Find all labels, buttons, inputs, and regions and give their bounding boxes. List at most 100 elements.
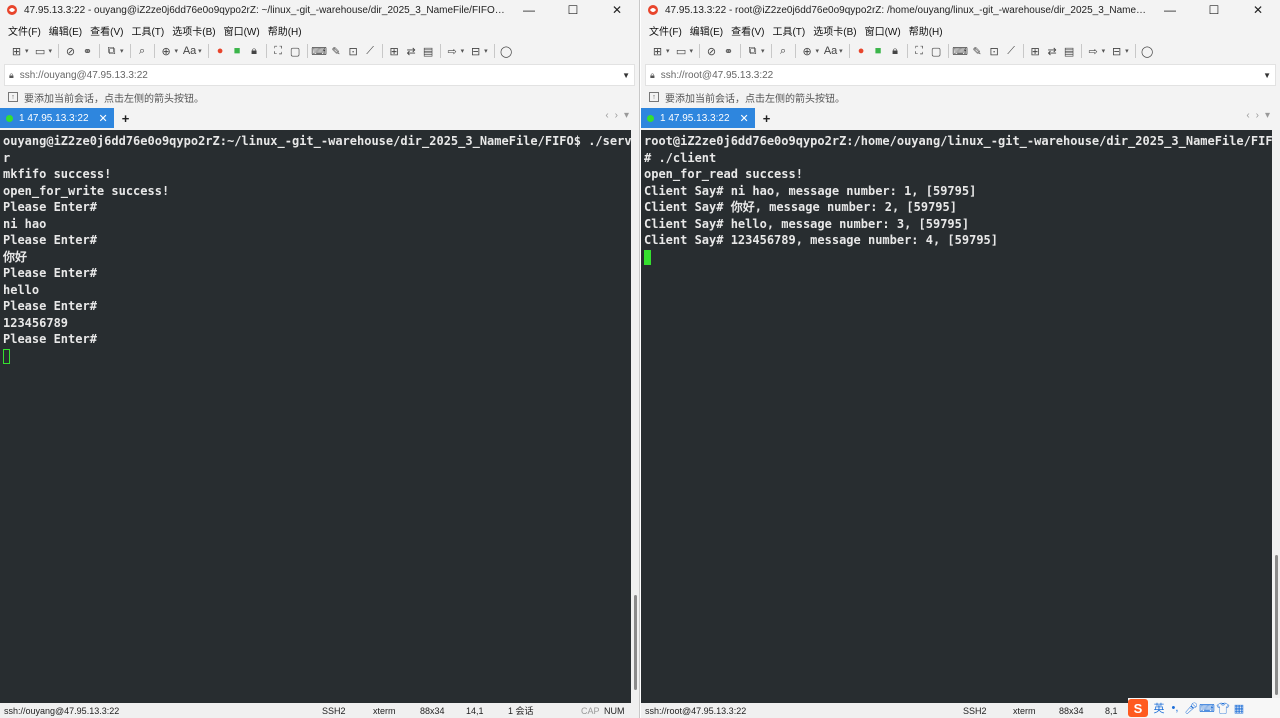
menu-window[interactable]: 窗口(W) xyxy=(224,23,260,38)
chevron-down-icon[interactable]: ▾ xyxy=(484,47,488,55)
title-bar[interactable]: 47.95.13.3:22 - root@iZ2ze0j6dd76e0o9qyp… xyxy=(641,0,1280,20)
menu-tabs[interactable]: 选项卡(B) xyxy=(172,23,215,38)
chat-icon[interactable]: ▤ xyxy=(420,42,437,60)
open-folder-icon[interactable]: ▭ xyxy=(673,42,690,60)
new-tab-icon[interactable]: ⊞ xyxy=(386,42,403,60)
xshell-icon[interactable]: ● xyxy=(853,42,870,60)
chevron-down-icon[interactable]: ▾ xyxy=(461,47,465,55)
close-tab-icon[interactable]: ✕ xyxy=(740,112,749,125)
scrollbar-thumb[interactable] xyxy=(1275,555,1278,695)
menu-window[interactable]: 窗口(W) xyxy=(865,23,901,38)
help-icon[interactable]: ◯ xyxy=(498,42,515,60)
menu-tools[interactable]: 工具(T) xyxy=(772,23,805,38)
terminal-area[interactable]: ouyang@iZ2ze0j6dd76e0o9qypo2rZ:~/linux_-… xyxy=(0,130,639,703)
new-session-icon[interactable]: ⊞ xyxy=(8,42,25,60)
add-tab-icon[interactable]: + xyxy=(122,111,130,126)
chevron-down-icon[interactable]: ▼ xyxy=(1263,71,1271,80)
add-tab-icon[interactable]: + xyxy=(763,111,771,126)
scrollbar[interactable] xyxy=(631,130,639,703)
menu-tools[interactable]: 工具(T) xyxy=(131,23,164,38)
chevron-down-icon[interactable]: ▾ xyxy=(816,47,820,55)
tab-navigation[interactable]: ‹›▾ xyxy=(1246,110,1276,121)
font-icon[interactable]: Aa xyxy=(181,42,198,60)
close-icon[interactable]: ✕ xyxy=(1236,0,1280,20)
font-icon[interactable]: Aa xyxy=(822,42,839,60)
maximize-icon[interactable]: ☐ xyxy=(551,0,595,20)
layout-icon[interactable]: ⊟ xyxy=(467,42,484,60)
fullscreen-icon[interactable]: ⛶ xyxy=(911,42,928,60)
close-icon[interactable]: ✕ xyxy=(595,0,639,20)
skin-icon[interactable]: 👕︎ xyxy=(1215,702,1231,715)
xftp-icon[interactable]: ■ xyxy=(229,42,246,60)
disconnect-icon[interactable]: ⊘ xyxy=(62,42,79,60)
tab-session-1[interactable]: 1 47.95.13.3:22 ✕ xyxy=(641,108,755,128)
chevron-down-icon[interactable]: ▼ xyxy=(622,71,630,80)
transfer-icon[interactable]: ⇄ xyxy=(1044,42,1061,60)
transparency-icon[interactable]: ▢ xyxy=(928,42,945,60)
lock-icon[interactable]: 🔒︎ xyxy=(887,42,904,60)
chevron-down-icon[interactable]: ▾ xyxy=(120,47,124,55)
chevron-down-icon[interactable]: ▾ xyxy=(1125,47,1129,55)
script-icon[interactable]: ✎ xyxy=(969,42,986,60)
layout-icon[interactable]: ⊟ xyxy=(1108,42,1125,60)
chevron-down-icon[interactable]: ▾ xyxy=(49,47,53,55)
ime-lang[interactable]: 英 xyxy=(1151,700,1167,716)
menu-help[interactable]: 帮助(H) xyxy=(909,23,943,38)
search-icon[interactable]: ⌕ xyxy=(134,42,151,60)
chevron-down-icon[interactable]: ▾ xyxy=(1102,47,1106,55)
chevron-down-icon[interactable]: ▾ xyxy=(690,47,694,55)
menu-edit[interactable]: 编辑(E) xyxy=(49,23,82,38)
address-bar[interactable]: 🔒︎ ssh://ouyang@47.95.13.3:22 ▼ xyxy=(4,64,635,86)
copy-icon[interactable]: ⧉ xyxy=(744,42,761,60)
highlight-icon[interactable]: ⟋ xyxy=(1003,42,1020,60)
minimize-icon[interactable]: — xyxy=(507,0,551,20)
chevron-down-icon[interactable]: ▾ xyxy=(761,47,765,55)
microphone-icon[interactable]: 🎤︎ xyxy=(1183,702,1199,715)
menu-view[interactable]: 查看(V) xyxy=(731,23,764,38)
xshell-icon[interactable]: ● xyxy=(212,42,229,60)
title-bar[interactable]: 47.95.13.3:22 - ouyang@iZ2ze0j6dd76e0o9q… xyxy=(0,0,639,20)
menu-edit[interactable]: 编辑(E) xyxy=(690,23,723,38)
address-bar[interactable]: 🔒︎ ssh://root@47.95.13.3:22 ▼ xyxy=(645,64,1276,86)
info-icon[interactable]: ↑ xyxy=(8,92,18,102)
compose-icon[interactable]: ⊡ xyxy=(986,42,1003,60)
reconnect-icon[interactable]: ⚭ xyxy=(720,42,737,60)
transparency-icon[interactable]: ▢ xyxy=(287,42,304,60)
sogou-ime-logo[interactable]: S xyxy=(1128,699,1148,717)
keyboard-icon[interactable]: ⌨ xyxy=(311,42,328,60)
new-session-icon[interactable]: ⊞ xyxy=(649,42,666,60)
chevron-down-icon[interactable]: ▾ xyxy=(198,47,202,55)
lock-icon[interactable]: 🔒︎ xyxy=(246,42,263,60)
scrollbar-thumb[interactable] xyxy=(634,595,637,690)
menu-tabs[interactable]: 选项卡(B) xyxy=(813,23,856,38)
globe-icon[interactable]: ⊕ xyxy=(799,42,816,60)
new-tab-icon[interactable]: ⊞ xyxy=(1027,42,1044,60)
disconnect-icon[interactable]: ⊘ xyxy=(703,42,720,60)
menu-help[interactable]: 帮助(H) xyxy=(268,23,302,38)
script-icon[interactable]: ✎ xyxy=(328,42,345,60)
tunnel-icon[interactable]: ⇨ xyxy=(1085,42,1102,60)
search-icon[interactable]: ⌕ xyxy=(775,42,792,60)
chevron-down-icon[interactable]: ▾ xyxy=(839,47,843,55)
chevron-down-icon[interactable]: ▾ xyxy=(175,47,179,55)
punctuation-icon[interactable]: •, xyxy=(1167,702,1183,714)
tab-navigation[interactable]: ‹›▾ xyxy=(605,110,635,121)
maximize-icon[interactable]: ☐ xyxy=(1192,0,1236,20)
chevron-down-icon[interactable]: ▾ xyxy=(25,47,29,55)
compose-icon[interactable]: ⊡ xyxy=(345,42,362,60)
xftp-icon[interactable]: ■ xyxy=(870,42,887,60)
globe-icon[interactable]: ⊕ xyxy=(158,42,175,60)
reconnect-icon[interactable]: ⚭ xyxy=(79,42,96,60)
minimize-icon[interactable]: — xyxy=(1148,0,1192,20)
tunnel-icon[interactable]: ⇨ xyxy=(444,42,461,60)
info-icon[interactable]: ↑ xyxy=(649,92,659,102)
fullscreen-icon[interactable]: ⛶ xyxy=(270,42,287,60)
chevron-down-icon[interactable]: ▾ xyxy=(666,47,670,55)
ime-toolbar[interactable]: S 英 •, 🎤︎ ⌨ 👕︎ ▦ xyxy=(1128,698,1280,718)
copy-icon[interactable]: ⧉ xyxy=(103,42,120,60)
close-tab-icon[interactable]: ✕ xyxy=(99,112,108,125)
terminal-area[interactable]: root@iZ2ze0j6dd76e0o9qypo2rZ:/home/ouyan… xyxy=(641,130,1280,703)
keyboard-icon[interactable]: ⌨ xyxy=(1199,702,1215,715)
transfer-icon[interactable]: ⇄ xyxy=(403,42,420,60)
menu-file[interactable]: 文件(F) xyxy=(8,23,41,38)
